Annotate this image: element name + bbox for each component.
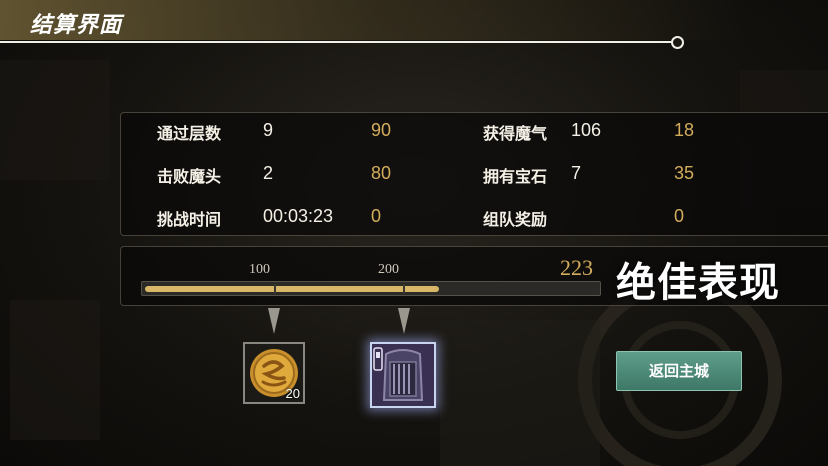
- stat-value-time: 00:03:23: [263, 206, 334, 226]
- stat-score-magic: 18: [674, 120, 695, 140]
- stat-label-team: 组队奖励: [483, 210, 548, 229]
- reward-slot-armor[interactable]: [370, 342, 436, 408]
- return-to-city-button[interactable]: 返回主城: [616, 351, 742, 391]
- performance-rating: 绝佳表现: [616, 259, 780, 306]
- reward-pointer-200: [398, 308, 410, 334]
- score-progress-bar: [141, 281, 601, 296]
- reward-slot-coin[interactable]: 20: [243, 342, 305, 404]
- stat-value-bosses: 2: [263, 163, 274, 183]
- milestone-marker-200: [403, 284, 405, 294]
- stat-score-bosses: 80: [371, 163, 392, 183]
- reward-count-coin: 20: [285, 386, 300, 401]
- stat-score-time: 0: [371, 206, 382, 226]
- milestone-label-200: 200: [378, 262, 399, 277]
- title-bar: [0, 0, 828, 40]
- page-title: 结算界面: [30, 12, 123, 38]
- stat-score-gems: 35: [674, 163, 695, 183]
- stat-value-gems: 7: [571, 163, 582, 183]
- stat-label-bosses: 击败魔头: [157, 167, 222, 186]
- total-score: 223: [560, 255, 593, 280]
- stat-label-magic: 获得魔气: [483, 124, 548, 143]
- milestone-marker-100: [274, 284, 276, 294]
- title-divider-node-icon: [671, 36, 684, 49]
- stat-label-floors: 通过层数: [157, 124, 222, 143]
- stats-panel: [120, 112, 828, 236]
- score-progress-fill: [145, 286, 439, 292]
- milestone-label-100: 100: [249, 262, 270, 277]
- stat-score-team: 0: [674, 206, 685, 226]
- stat-label-gems: 拥有宝石: [483, 167, 548, 186]
- stat-value-floors: 9: [263, 120, 274, 140]
- armor-chest-icon: [372, 344, 434, 406]
- stat-score-floors: 90: [371, 120, 392, 140]
- stat-value-magic: 106: [571, 120, 602, 140]
- stat-label-time: 挑战时间: [157, 210, 222, 229]
- title-divider: [0, 41, 672, 43]
- reward-pointer-100: [268, 308, 280, 334]
